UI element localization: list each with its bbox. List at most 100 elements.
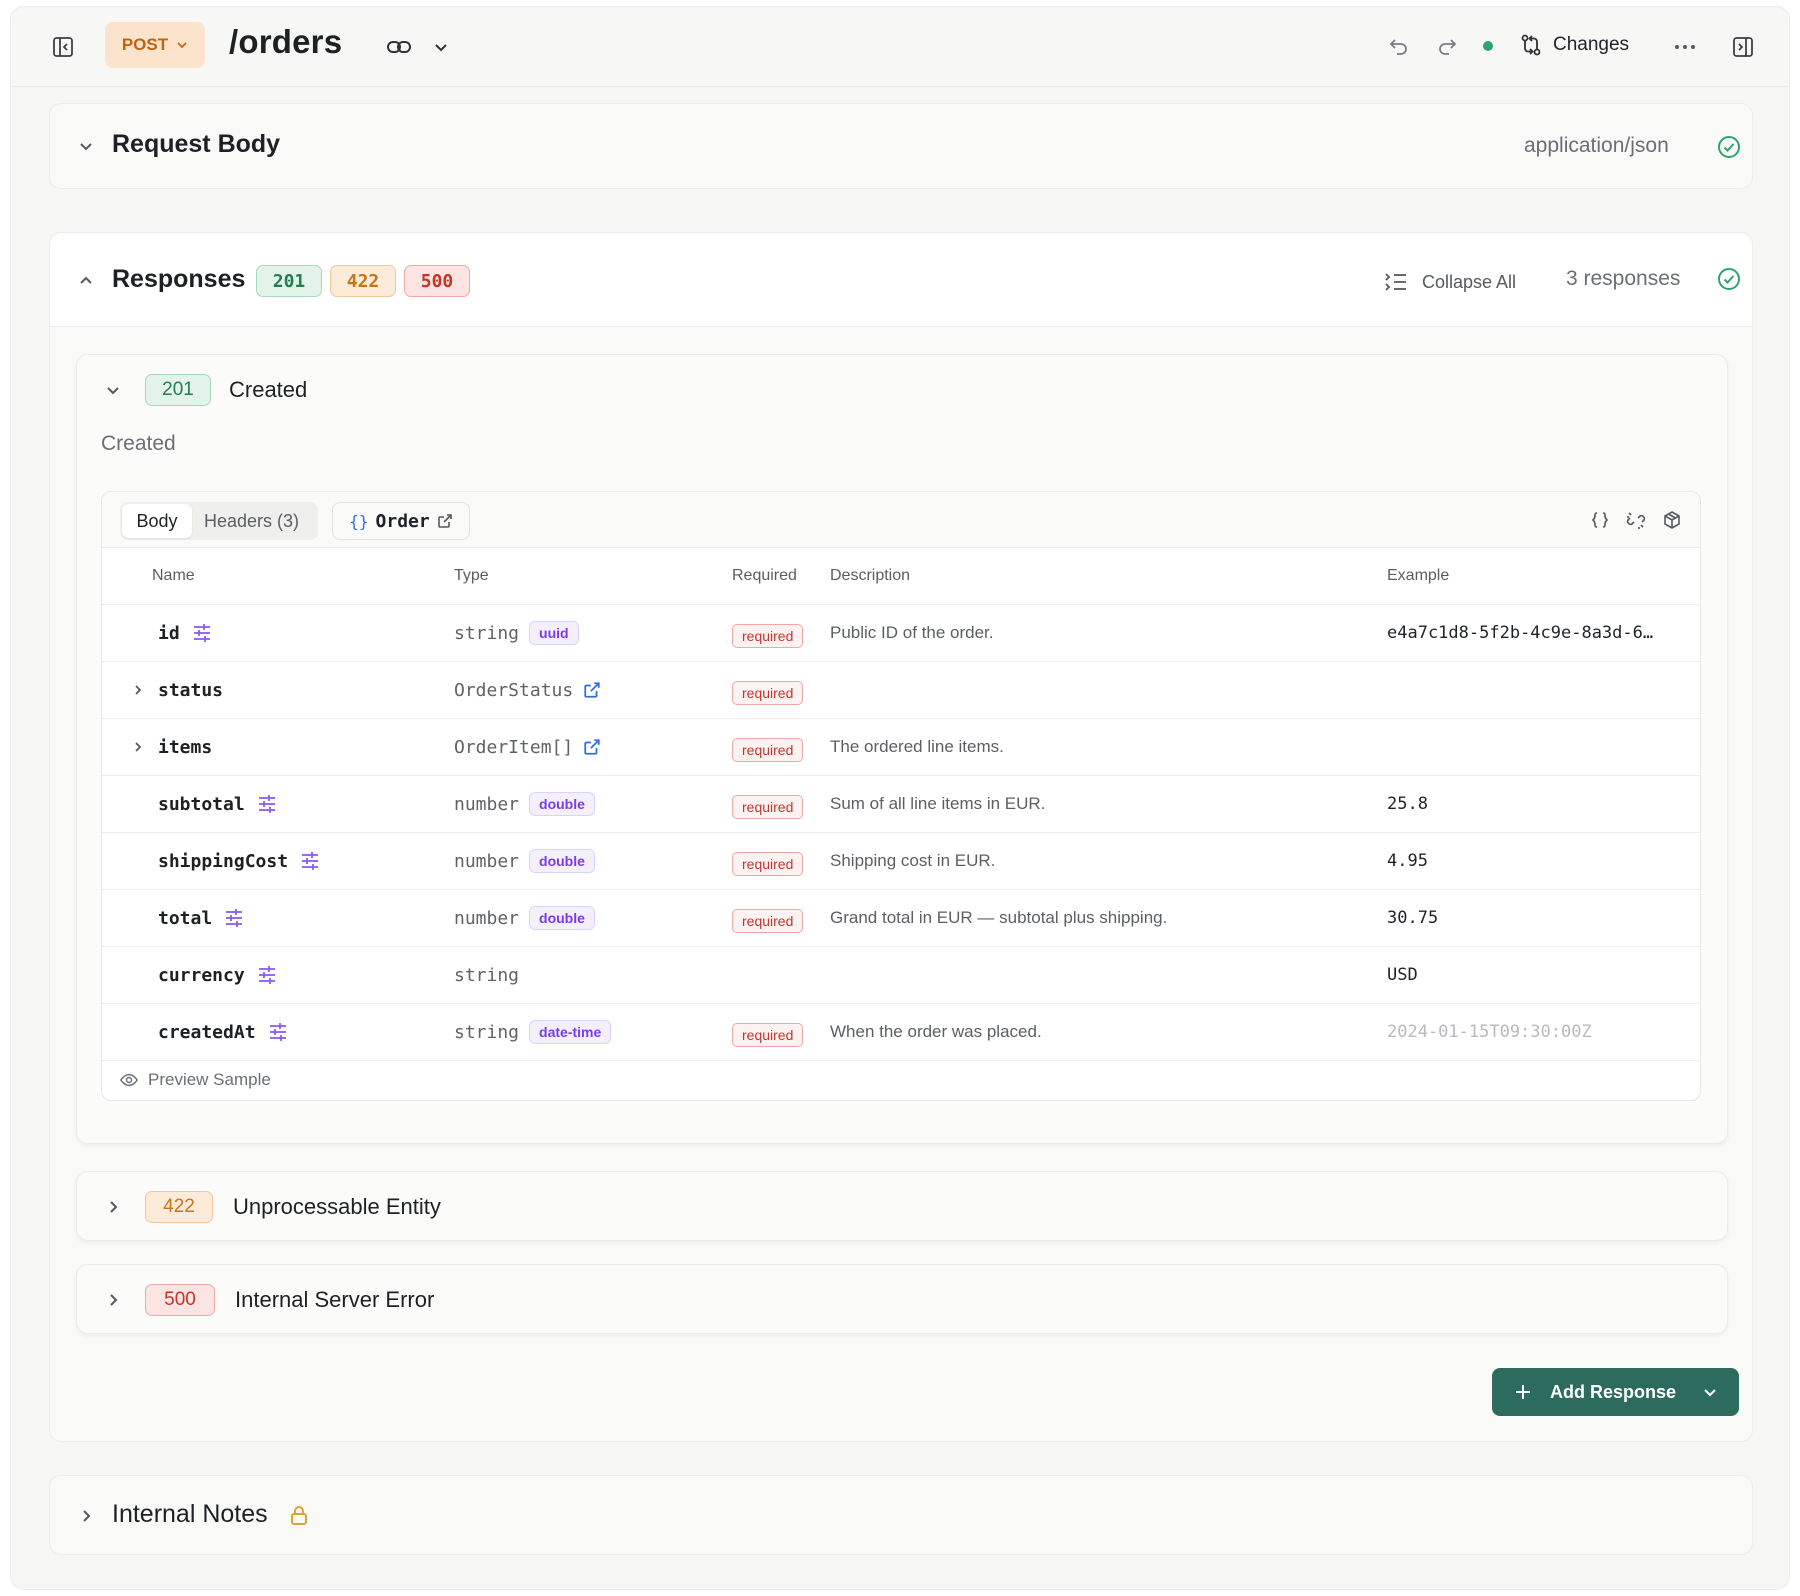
table-row[interactable]: currency string USD — [102, 947, 1700, 1004]
sliders-icon[interactable] — [192, 623, 212, 643]
table-row[interactable]: id string uuid required Public ID of the… — [102, 605, 1700, 662]
chevron-right-icon[interactable] — [101, 1195, 125, 1219]
chevron-down-icon[interactable] — [74, 135, 98, 159]
field-type-text: string — [454, 964, 520, 986]
chevron-down-icon[interactable] — [1703, 1385, 1717, 1399]
sidebar-right-toggle-icon[interactable] — [1727, 31, 1759, 63]
sliders-icon[interactable] — [257, 794, 277, 814]
column-header-name: Name — [152, 567, 195, 584]
field-type: string — [454, 947, 519, 1003]
more-options-icon[interactable] — [1669, 31, 1701, 63]
field-name-text: currency — [158, 964, 245, 986]
field-example: 30.75 — [1387, 908, 1439, 928]
external-link-icon[interactable] — [583, 681, 601, 699]
required-badge: required — [732, 738, 804, 762]
schema-ref-label: Order — [375, 510, 430, 532]
required-cell: required — [732, 1004, 804, 1060]
required-cell: required — [732, 662, 804, 718]
field-name-text: total — [158, 907, 213, 929]
tab-headers[interactable]: Headers (3) — [204, 504, 299, 538]
sliders-icon[interactable] — [300, 851, 320, 871]
table-row[interactable]: items OrderItem[] required The ordered l… — [102, 719, 1700, 776]
table-row[interactable]: shippingCost number double required Ship… — [102, 833, 1700, 890]
sliders-icon[interactable] — [224, 908, 244, 928]
sliders-icon[interactable] — [268, 1022, 288, 1042]
preview-sample-button[interactable]: Preview Sample — [120, 1065, 271, 1095]
external-link-icon[interactable] — [583, 738, 601, 756]
field-description: Public ID of the order. — [830, 623, 994, 642]
format-badge: double — [529, 792, 595, 816]
endpoint-path: /orders — [229, 23, 343, 60]
status-badge-500[interactable]: 500 — [404, 265, 470, 297]
sidebar-left-toggle-icon[interactable] — [47, 31, 79, 63]
chevron-down-icon — [176, 39, 188, 51]
field-name: id — [158, 605, 212, 661]
add-response-button[interactable]: Add Response — [1492, 1368, 1739, 1416]
chevron-up-icon[interactable] — [74, 268, 98, 292]
package-icon[interactable] — [1660, 508, 1684, 532]
field-type-text: OrderItem[] — [454, 736, 574, 758]
field-name: total — [158, 890, 244, 946]
response-card-500[interactable]: 500 Internal Server Error — [76, 1264, 1728, 1334]
method-selector[interactable]: POST — [105, 22, 205, 68]
chevron-down-icon[interactable] — [101, 379, 125, 403]
field-description: The ordered line items. — [830, 737, 1004, 756]
unlink-icon[interactable] — [1624, 508, 1648, 532]
field-type: OrderItem[] — [454, 719, 601, 775]
chevron-right-icon[interactable] — [74, 1504, 98, 1528]
field-type-text: OrderStatus — [454, 679, 574, 701]
responses-header[interactable]: Responses 201 422 500 Collapse All 3 res… — [50, 233, 1752, 327]
required-badge: required — [732, 624, 804, 648]
method-label: POST — [121, 35, 169, 54]
preview-sample-label: Preview Sample — [148, 1070, 271, 1089]
column-header-description: Description — [830, 567, 911, 584]
table-row[interactable]: createdAt string date-time required When… — [102, 1004, 1700, 1061]
format-badge: date-time — [529, 1020, 612, 1044]
field-description: When the order was placed. — [830, 1022, 1042, 1041]
chevron-down-icon[interactable] — [425, 31, 457, 63]
field-description: Grand total in EUR — subtotal plus shipp… — [830, 908, 1168, 927]
collapse-all-button[interactable]: Collapse All — [1384, 267, 1516, 297]
braces-icon: {} — [349, 511, 369, 531]
schema-ref-chip[interactable]: {} Order — [332, 502, 470, 540]
braces-view-icon[interactable] — [1588, 508, 1612, 532]
request-body-section[interactable]: Request Body application/json — [49, 103, 1753, 189]
link-icon[interactable] — [383, 31, 415, 63]
internal-notes-section[interactable]: Internal Notes — [49, 1475, 1753, 1555]
field-name: currency — [158, 947, 277, 1003]
table-row[interactable]: total number double required Grand total… — [102, 890, 1700, 947]
field-name-text: items — [158, 736, 213, 758]
internal-notes-title: Internal Notes — [112, 1500, 268, 1528]
collapse-all-label: Collapse All — [1422, 271, 1517, 292]
required-badge: required — [732, 1023, 804, 1047]
required-cell: required — [732, 890, 804, 946]
table-row[interactable]: status OrderStatus required — [102, 662, 1700, 719]
add-response-label: Add Response — [1550, 1381, 1677, 1402]
schema-tabs-bar: Body Headers (3) {} Order — [102, 492, 1700, 548]
tab-body[interactable]: Body — [122, 504, 192, 538]
field-example: USD — [1387, 965, 1418, 985]
redo-icon[interactable] — [1431, 31, 1463, 63]
changes-button[interactable]: Changes — [1519, 29, 1629, 61]
field-type-text: string — [454, 622, 520, 644]
list-collapse-icon — [1384, 272, 1408, 292]
chevron-right-icon[interactable] — [128, 680, 148, 700]
field-type-text: number — [454, 850, 520, 872]
status-badge-201[interactable]: 201 — [256, 265, 322, 297]
field-example: e4a7c1d8-5f2b-4c9e-8a3d-6… — [1387, 623, 1654, 643]
chevron-right-icon[interactable] — [101, 1288, 125, 1312]
field-type-text: number — [454, 793, 520, 815]
git-compare-icon — [1519, 33, 1543, 57]
responses-section: Responses 201 422 500 Collapse All 3 res… — [49, 232, 1753, 1442]
undo-icon[interactable] — [1383, 31, 1415, 63]
changes-label: Changes — [1553, 34, 1630, 55]
content-type-label: application/json — [1524, 134, 1669, 157]
required-badge: required — [732, 795, 804, 819]
response-card-422[interactable]: 422 Unprocessable Entity — [76, 1171, 1728, 1241]
status-badge-422[interactable]: 422 — [330, 265, 396, 297]
table-row[interactable]: subtotal number double required Sum of a… — [102, 776, 1700, 833]
plus-icon — [1514, 1383, 1532, 1401]
status-badge-500: 500 — [145, 1284, 215, 1316]
chevron-right-icon[interactable] — [128, 737, 148, 757]
sliders-icon[interactable] — [257, 965, 277, 985]
